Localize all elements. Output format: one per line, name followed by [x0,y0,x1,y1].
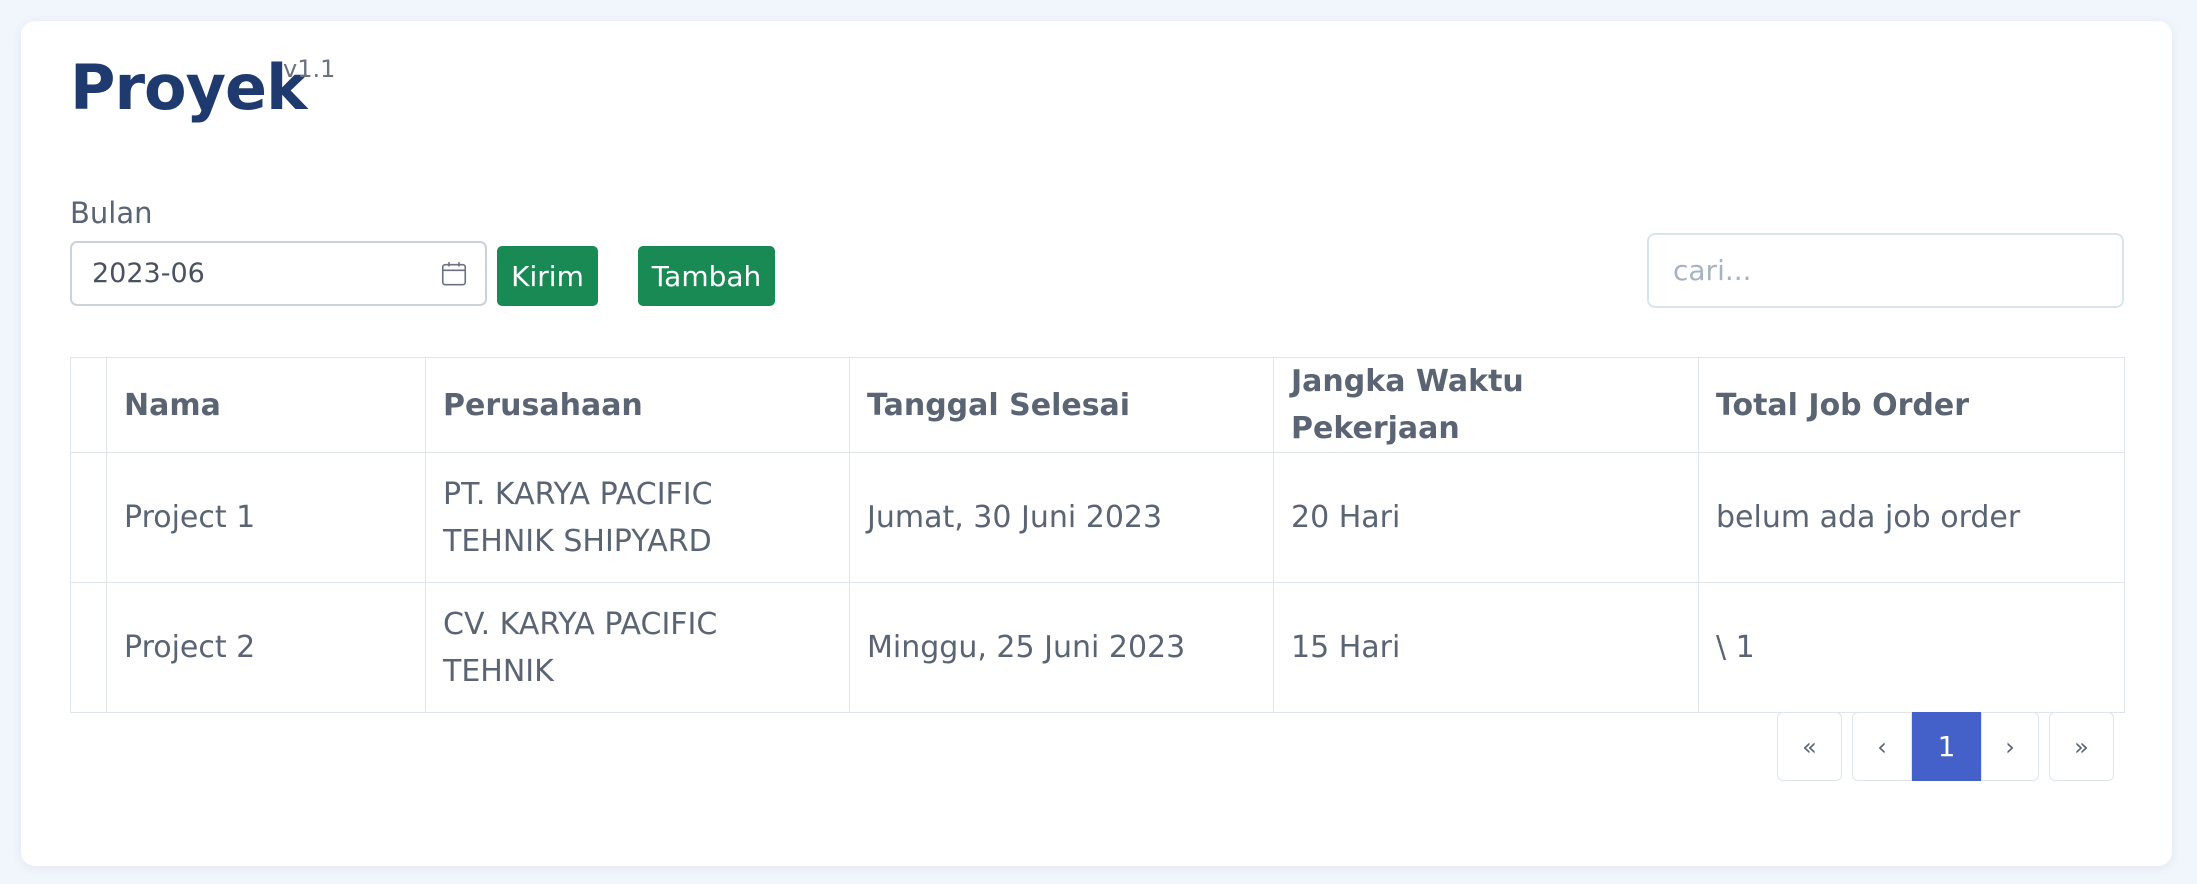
month-value: 2023-06 [92,258,205,289]
send-button[interactable]: Kirim [497,246,598,306]
column-header-name[interactable]: Nama [106,357,426,453]
calendar-icon[interactable] [439,259,469,289]
month-input[interactable]: 2023-06 [70,241,487,306]
end-date-cell: Minggu, 25 Juni 2023 [849,582,1274,713]
company-cell: PT. KARYA PACIFIC TEHNIK SHIPYARD [425,452,850,583]
duration-cell: 20 Hari [1273,452,1699,583]
add-button[interactable]: Tambah [638,246,775,306]
month-label: Bulan [70,196,153,230]
page-title: Proyek [70,51,307,124]
last-page-button[interactable]: » [2049,712,2114,781]
column-header-job-orders[interactable]: Total Job Order [1698,357,2125,453]
job-orders-cell: belum ada job order [1698,452,2125,583]
current-page-button[interactable]: 1 [1912,712,1981,781]
column-header-company[interactable]: Perusahaan [425,357,850,453]
first-page-button[interactable]: « [1777,712,1842,781]
project-name-cell: Project 1 [106,452,426,583]
column-header-duration[interactable]: Jangka Waktu Pekerjaan [1273,357,1699,453]
column-header-end-date[interactable]: Tanggal Selesai [849,357,1274,453]
next-page-button[interactable]: › [1981,712,2039,781]
column-header-index [70,357,107,453]
search-input[interactable]: cari... [1647,233,2124,308]
table-row[interactable]: Project 1 PT. KARYA PACIFIC TEHNIK SHIPY… [70,452,2125,583]
row-index-cell [70,452,107,583]
company-cell: CV. KARYA PACIFIC TEHNIK [425,582,850,713]
version-label: v1.1 [283,55,336,83]
main-card: Proyek v1.1 Bulan 2023-06 Kirim Tambah c… [21,21,2172,866]
job-orders-cell[interactable]: \ 1 [1698,582,2125,713]
row-index-cell [70,582,107,713]
table-row[interactable]: Project 2 CV. KARYA PACIFIC TEHNIK Mingg… [70,582,2125,713]
duration-cell: 15 Hari [1273,582,1699,713]
project-name-cell: Project 2 [106,582,426,713]
end-date-cell: Jumat, 30 Juni 2023 [849,452,1274,583]
prev-page-button[interactable]: ‹ [1852,712,1912,781]
project-table: Nama Perusahaan Tanggal Selesai Jangka W… [70,357,2125,713]
table-header-row: Nama Perusahaan Tanggal Selesai Jangka W… [70,357,2125,453]
